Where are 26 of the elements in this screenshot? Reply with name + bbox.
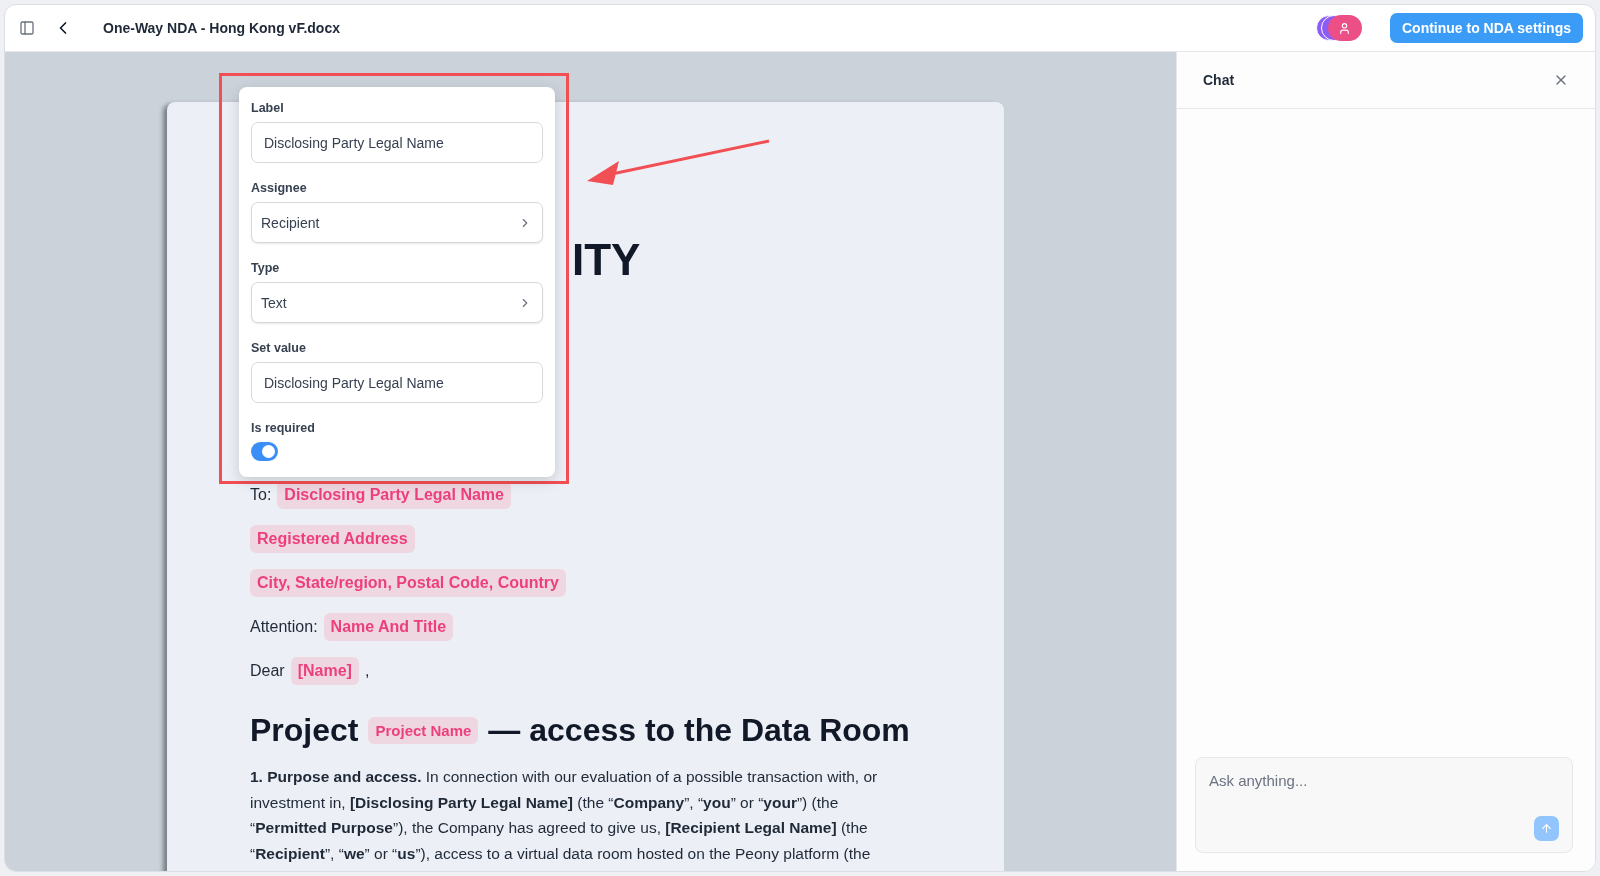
document-heading: ITY	[572, 234, 641, 286]
punctuation: ,	[364, 662, 370, 680]
field-chip[interactable]: City, State/region, Postal Code, Country	[250, 569, 566, 597]
field-label: Set value	[251, 341, 307, 355]
field-chip[interactable]: [Name]	[290, 657, 359, 685]
section-heading: Project	[250, 711, 359, 749]
field-chip[interactable]: Name And Title	[323, 613, 454, 641]
line-label: Attention:	[250, 618, 318, 636]
text-input[interactable]: Disclosing Party Legal Name	[251, 122, 543, 163]
line-label: To:	[250, 486, 272, 504]
field-label: Label	[251, 101, 285, 115]
document-title: One-Way NDA - Hong Kong vF.docx	[103, 20, 341, 36]
line-label: Dear	[250, 662, 285, 680]
field-chip[interactable]: Registered Address	[250, 525, 415, 553]
field-label: Is required	[251, 421, 316, 435]
select-field[interactable]: Recipient	[251, 202, 543, 243]
continue-button[interactable]: Continue to NDA settings	[1389, 13, 1583, 43]
field-chip[interactable]: Project Name	[368, 716, 479, 744]
field-label: Type	[251, 261, 281, 275]
section-heading: — access to the Data Room	[488, 711, 910, 749]
text-input[interactable]: Disclosing Party Legal Name	[251, 362, 543, 403]
chat-input[interactable]: Ask anything...	[1195, 757, 1573, 853]
field-label: Assignee	[251, 181, 308, 195]
body-paragraph: 1. Purpose and access. In connection with our evaluation of a possible transaction with, or investment in, [Disclosing Party Legal Name] (the “Company”, “you” or “your”) (the “Permitted Purpose”), the Company has agreed to give us, [Recipient Legal Name] (the “Recipient”, “we” or “us”), access to a virtual data room hosted on the Peony platform (the	[250, 767, 879, 864]
chat-title: Chat	[1203, 72, 1235, 88]
select-field[interactable]: Text	[251, 282, 543, 323]
